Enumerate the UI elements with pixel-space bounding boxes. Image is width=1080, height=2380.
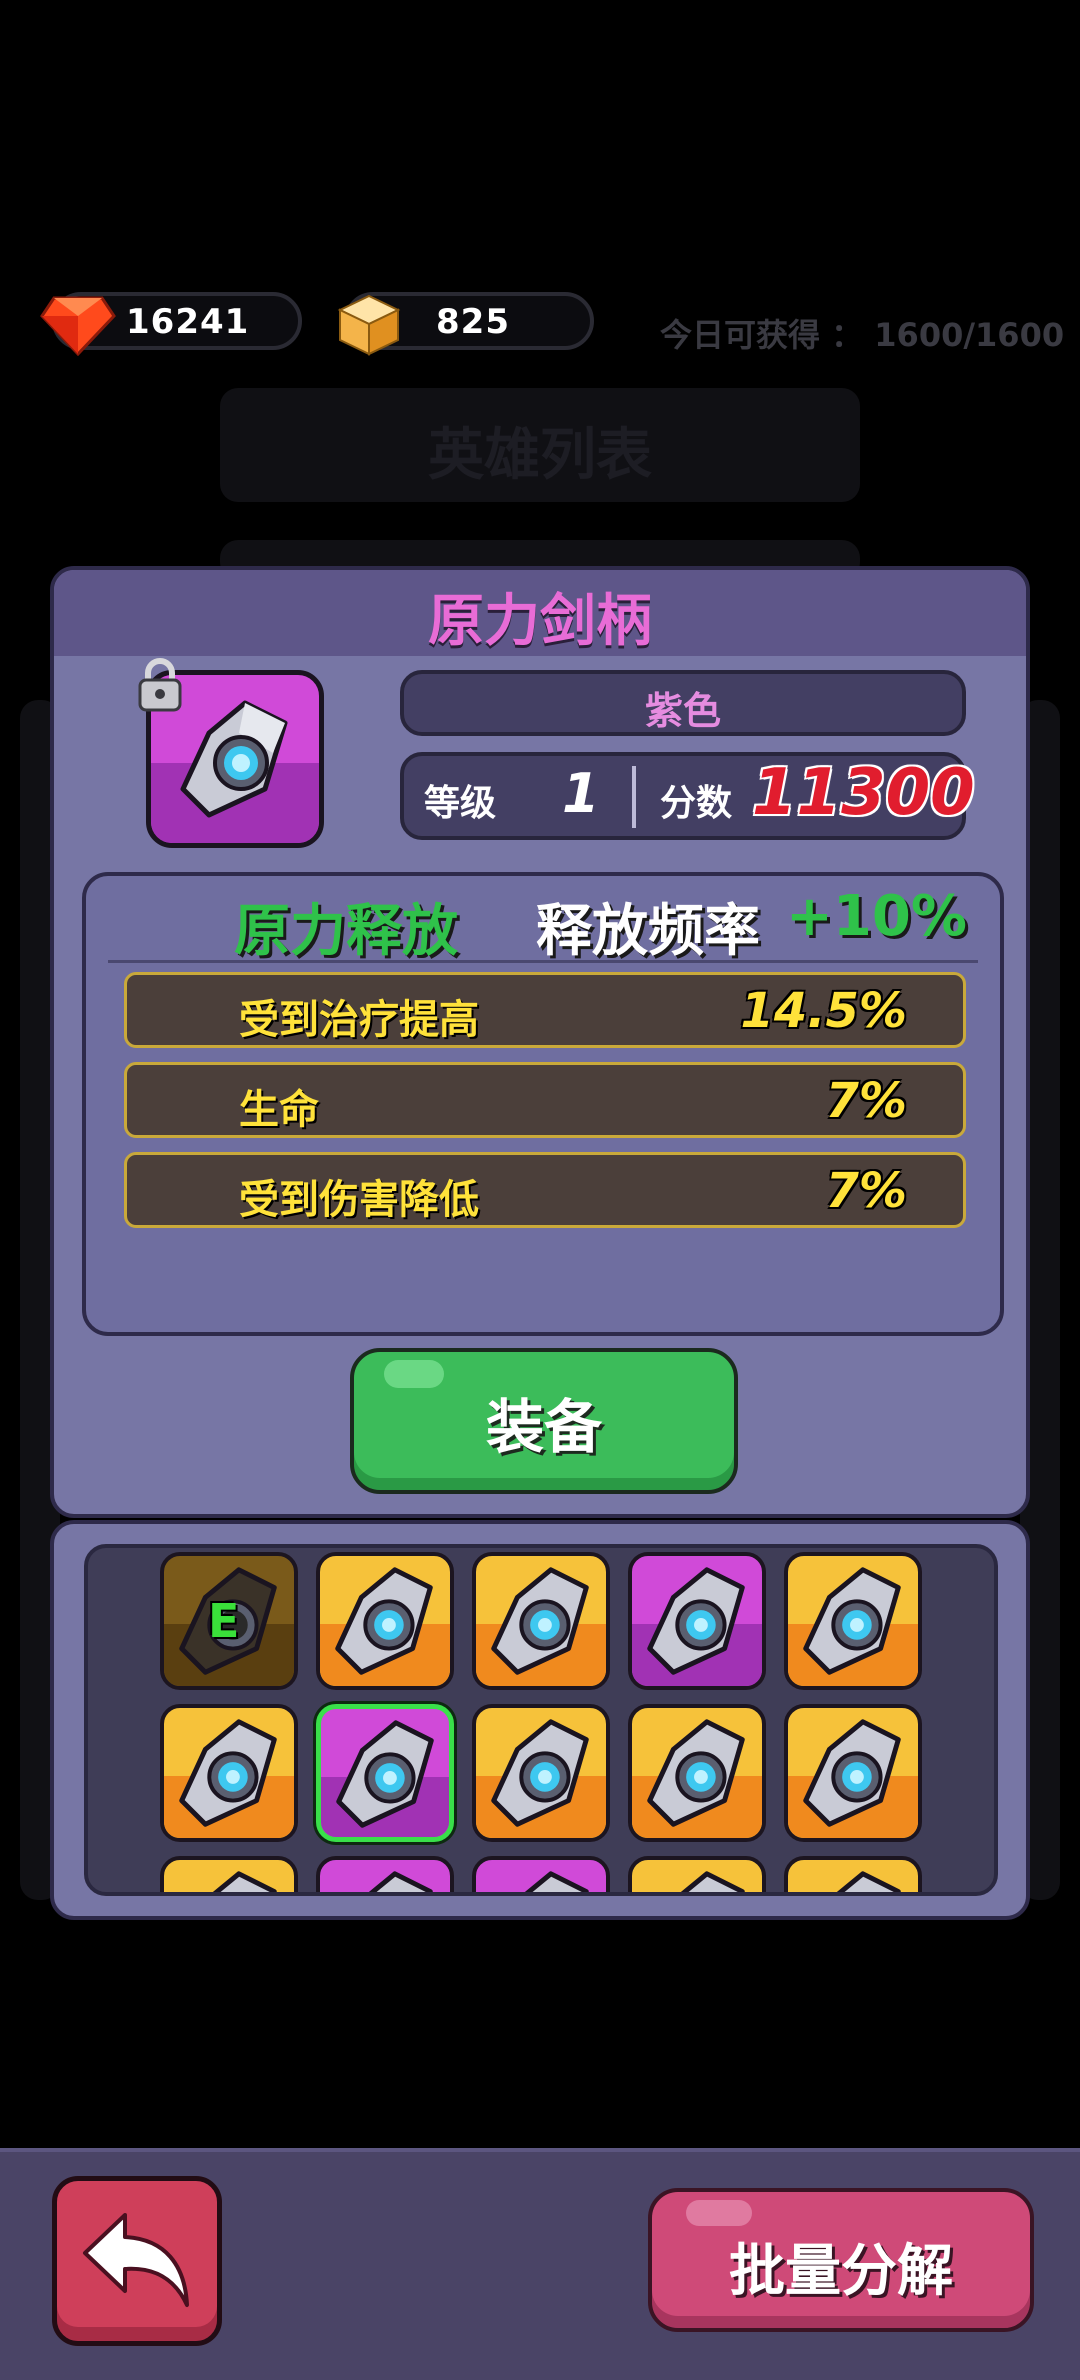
- inventory-slot[interactable]: [628, 1704, 766, 1842]
- inventory-panel: E: [50, 1520, 1030, 1920]
- sword-hilt-icon: [491, 1567, 589, 1675]
- divider: [632, 766, 636, 828]
- sword-hilt-icon: [680, 1871, 745, 1892]
- lock-icon[interactable]: [134, 656, 186, 714]
- back-arrow-icon: [83, 2213, 189, 2307]
- stat-label: 生命: [239, 1087, 319, 1133]
- sword-hilt-icon: [647, 1567, 745, 1675]
- inventory-slot[interactable]: [472, 1552, 610, 1690]
- stat-label: 受到伤害降低: [239, 1177, 479, 1223]
- level-value: 1: [562, 762, 600, 825]
- stat-row: 生命 7%: [124, 1062, 966, 1138]
- sword-hilt-icon: [335, 1567, 433, 1675]
- gold-count: 825: [436, 302, 510, 342]
- gem-icon: [40, 296, 116, 356]
- inventory-grid[interactable]: E: [84, 1544, 998, 1896]
- sword-hilt-icon: [212, 1871, 277, 1892]
- item-detail-panel: 原力剑柄 紫色 等级 1 分数 11300 原力释放 释放频率 +10% 受到治…: [50, 566, 1030, 1518]
- sword-hilt-icon: [803, 1567, 901, 1675]
- gold-cube-icon: [337, 294, 401, 356]
- skill-effect-value: +10%: [786, 884, 967, 949]
- sword-hilt-icon: [836, 1871, 901, 1892]
- inventory-slot[interactable]: [316, 1552, 454, 1690]
- sword-hilt-icon: [368, 1871, 433, 1892]
- sword-hilt-icon: [180, 700, 288, 818]
- score-label: 分数: [660, 783, 733, 824]
- inventory-slot[interactable]: [472, 1704, 610, 1842]
- stat-label: 受到治疗提高: [239, 997, 479, 1043]
- stat-value: 7%: [825, 1163, 908, 1219]
- inventory-slot[interactable]: [784, 1552, 922, 1690]
- batch-dismantle-label: 批量分解: [729, 2239, 953, 2304]
- skill-name: 原力释放: [234, 899, 458, 964]
- rarity-label-box: 紫色: [400, 670, 966, 736]
- stat-value: 14.5%: [740, 983, 907, 1039]
- panel-header: 原力剑柄: [54, 570, 1026, 656]
- sword-hilt-icon: [491, 1719, 589, 1827]
- sword-hilt-icon: [179, 1719, 277, 1827]
- equip-button[interactable]: 装备: [350, 1348, 738, 1494]
- score-value: 11300: [752, 756, 975, 830]
- inventory-slot[interactable]: E: [160, 1552, 298, 1690]
- inventory-slot[interactable]: [628, 1856, 766, 1892]
- back-button[interactable]: [52, 2176, 222, 2346]
- level-score-box: 等级 1 分数 11300: [400, 752, 975, 840]
- gem-count: 16241: [126, 302, 250, 342]
- inventory-slot[interactable]: [628, 1552, 766, 1690]
- inventory-slot[interactable]: [784, 1704, 922, 1842]
- skill-stats-box: 原力释放 释放频率 +10% 受到治疗提高 14.5% 生命 7% 受到伤害降低…: [82, 872, 1004, 1336]
- equip-button-label: 装备: [485, 1393, 602, 1461]
- inventory-slot[interactable]: [316, 1704, 454, 1842]
- batch-dismantle-button[interactable]: 批量分解: [648, 2188, 1034, 2332]
- rarity-text: 紫色: [644, 689, 721, 733]
- inventory-slot[interactable]: [160, 1704, 298, 1842]
- level-label: 等级: [424, 783, 497, 824]
- skill-effect-label: 释放频率: [536, 899, 760, 964]
- item-name: 原力剑柄: [428, 589, 652, 654]
- inventory-slot[interactable]: [472, 1856, 610, 1892]
- skill-divider: [108, 960, 978, 963]
- sword-hilt-icon: [524, 1871, 589, 1892]
- sword-hilt-icon: [336, 1720, 434, 1828]
- sword-hilt-icon: [647, 1719, 745, 1827]
- hero-list-title: 英雄列表: [428, 423, 652, 488]
- button-highlight: [686, 2200, 752, 2226]
- inventory-slot[interactable]: [784, 1856, 922, 1892]
- stat-row: 受到治疗提高 14.5%: [124, 972, 966, 1048]
- hero-list-header: 英雄列表: [220, 388, 860, 502]
- sword-hilt-icon: [803, 1719, 901, 1827]
- daily-limit-text: 今日可获得 ： 1600/1600: [660, 316, 1065, 354]
- equipped-badge: E: [208, 1594, 240, 1648]
- stat-row: 受到伤害降低 7%: [124, 1152, 966, 1228]
- inventory-slot[interactable]: [160, 1856, 298, 1892]
- inventory-slot[interactable]: [316, 1856, 454, 1892]
- stat-value: 7%: [825, 1073, 908, 1129]
